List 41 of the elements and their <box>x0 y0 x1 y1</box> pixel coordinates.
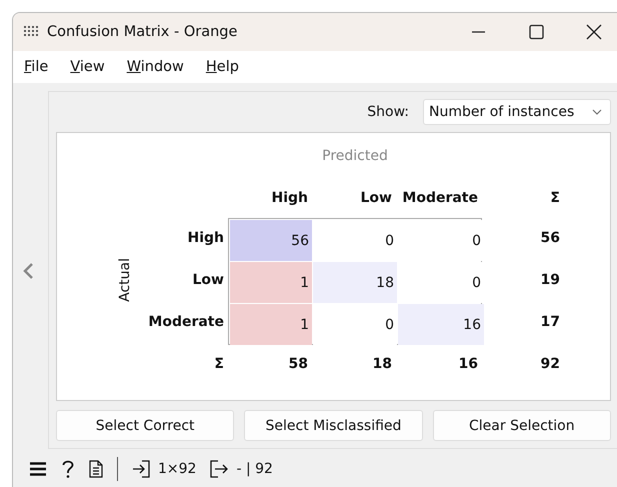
document-icon[interactable] <box>89 460 103 478</box>
matrix-cell[interactable]: 56 <box>230 220 312 261</box>
show-label: Show: <box>367 104 409 120</box>
row-total: 17 <box>540 314 561 330</box>
column-header: High <box>271 190 309 206</box>
column-header: Low <box>360 190 393 206</box>
action-button[interactable]: Clear Selection <box>432 410 611 441</box>
menu-icon[interactable] <box>29 461 47 477</box>
grand-total: 92 <box>540 356 561 372</box>
column-total: 58 <box>288 356 309 372</box>
matrix-cell[interactable]: 18 <box>313 262 397 303</box>
window-title: Confusion Matrix - Orange <box>47 24 238 40</box>
matrix-cell[interactable]: 16 <box>398 304 484 345</box>
action-button[interactable]: Select Misclassified <box>244 410 423 441</box>
row-total: 19 <box>540 272 561 288</box>
input-icon[interactable] <box>132 460 150 478</box>
row-header: Low <box>192 272 225 288</box>
row-total: 56 <box>540 230 561 246</box>
column-total: 16 <box>458 356 479 372</box>
chevron-down-icon <box>592 109 602 115</box>
axis-label: Predicted <box>322 148 388 164</box>
menu-item[interactable]: File <box>24 59 48 75</box>
output-icon[interactable] <box>210 460 228 478</box>
row-header: Σ <box>214 356 225 372</box>
menu-item[interactable]: Window <box>126 59 184 75</box>
column-header: Moderate <box>402 190 479 206</box>
help-icon[interactable] <box>61 459 75 479</box>
axis-label: Actual <box>117 258 133 302</box>
show-dropdown[interactable]: Number of instances <box>423 99 611 125</box>
row-header: Moderate <box>148 314 225 330</box>
menu-item[interactable]: Help <box>206 59 239 75</box>
output-summary: - | 92 <box>236 461 273 477</box>
chevron-left-icon[interactable] <box>22 262 36 280</box>
menu-item[interactable]: View <box>70 59 105 75</box>
column-header: Σ <box>550 190 561 206</box>
row-header: High <box>187 230 225 246</box>
matrix-cell[interactable]: 1 <box>230 262 312 303</box>
column-total: 18 <box>372 356 393 372</box>
action-button[interactable]: Select Correct <box>56 410 234 441</box>
matrix-cell[interactable]: 1 <box>230 304 312 345</box>
input-summary: 1×92 <box>158 461 196 477</box>
